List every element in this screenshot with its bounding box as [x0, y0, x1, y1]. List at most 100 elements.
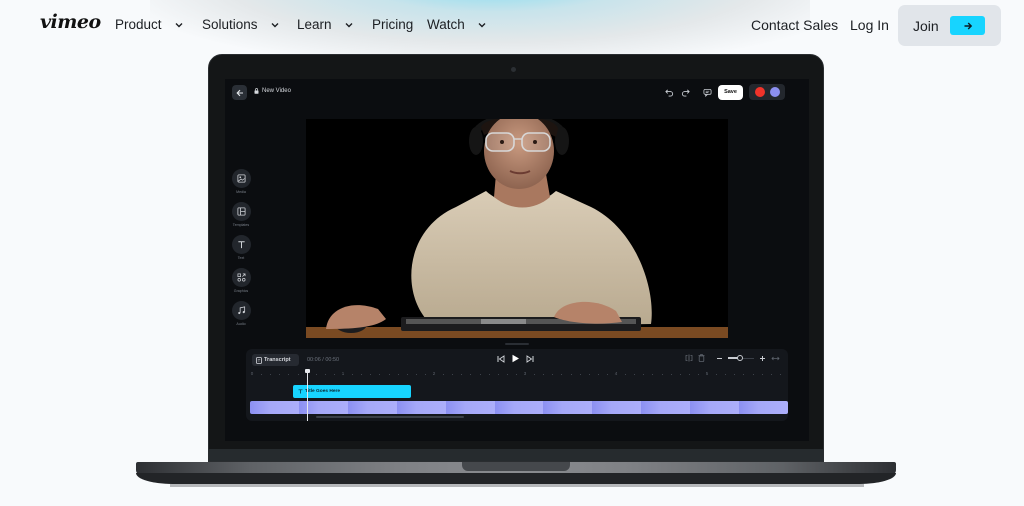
ruler-label: 0 [250, 371, 254, 376]
play-icon[interactable] [511, 354, 520, 363]
ruler-tick [324, 374, 326, 375]
redo-icon[interactable] [680, 87, 690, 97]
laptop-shadow [170, 484, 864, 487]
ruler-label: 4 [614, 371, 618, 376]
avatar[interactable] [769, 87, 780, 97]
log-in-link[interactable]: Log In [850, 17, 889, 33]
panel-resize-handle[interactable] [505, 343, 529, 345]
nav-item-solutions[interactable]: Solutions [202, 17, 280, 32]
top-navigation: vimeo Product Solutions Learn Pricing Wa… [0, 0, 1024, 52]
ruler-tick [415, 374, 417, 375]
ruler-tick [461, 374, 463, 375]
skip-forward-icon[interactable] [526, 354, 534, 363]
ruler-tick [679, 374, 681, 375]
ruler-tick [688, 374, 690, 375]
nav-item-label: Product [115, 17, 162, 32]
video-thumbnail-segment [641, 401, 691, 414]
save-button[interactable]: Save [718, 84, 743, 100]
transcript-button[interactable]: Transcript [252, 354, 299, 366]
ruler-tick [743, 374, 745, 375]
zoom-out-icon[interactable] [716, 355, 723, 362]
nav-item-watch[interactable]: Watch [427, 17, 487, 32]
ruler-tick [361, 374, 363, 375]
nav-item-pricing[interactable]: Pricing [372, 17, 413, 32]
zoom-slider-knob[interactable] [736, 355, 743, 361]
ruler-tick [625, 374, 627, 375]
trash-icon[interactable] [698, 354, 705, 362]
nav-item-product[interactable]: Product [115, 17, 184, 32]
ruler-tick [379, 374, 381, 375]
sidebar-item-media[interactable]: Media [231, 169, 251, 196]
ruler-tick [606, 374, 608, 375]
ruler-tick [570, 374, 572, 375]
ruler-label: 5 [705, 371, 709, 376]
ruler-tick [543, 374, 545, 375]
ruler-tick [497, 374, 499, 375]
undo-icon[interactable] [664, 87, 674, 97]
sidebar-item-label: Templates [232, 223, 250, 227]
back-button[interactable] [232, 85, 247, 100]
split-icon[interactable] [685, 354, 693, 362]
timeline-panel: Transcript 00:06 / 00:50 0 1 2 3 4 5 Tit… [246, 349, 788, 421]
sidebar-item-graphics[interactable]: Graphics [231, 268, 251, 295]
ruler-tick [752, 374, 754, 375]
text-icon [231, 235, 251, 254]
lock-icon [254, 88, 259, 94]
ruler-tick [288, 374, 290, 375]
zoom-in-icon[interactable] [759, 355, 766, 362]
skip-back-icon[interactable] [497, 354, 505, 363]
vimeo-logo[interactable]: vimeo [40, 11, 101, 33]
join-button[interactable]: Join [898, 5, 1001, 46]
ruler-tick [643, 374, 645, 375]
arrow-left-icon [235, 89, 243, 96]
video-thumbnail-segment [592, 401, 642, 414]
video-clip[interactable] [250, 401, 788, 414]
ruler-label: 2 [432, 371, 436, 376]
ruler-tick [670, 374, 672, 375]
ruler-tick [506, 374, 508, 375]
transcript-label: Transcript [264, 357, 291, 363]
timeline-scrollbar[interactable] [316, 416, 464, 418]
collaborator-avatars [749, 84, 785, 100]
video-thumbnail-segment [690, 401, 740, 414]
sidebar-item-text[interactable]: Text [231, 235, 251, 262]
nav-item-learn[interactable]: Learn [297, 17, 354, 32]
ruler-tick [515, 374, 517, 375]
editor-toolbar: Save [664, 84, 785, 100]
video-thumbnail-segment [396, 401, 446, 414]
video-thumbnail-segment [347, 401, 397, 414]
avatar[interactable] [754, 87, 765, 97]
ruler-tick [370, 374, 372, 375]
ruler-tick [279, 374, 281, 375]
fit-width-icon[interactable] [771, 355, 780, 362]
comment-icon[interactable] [702, 87, 712, 97]
editor-sidebar: Media Templates Text Graphics Audio [231, 169, 251, 334]
video-thumbnail-segment [250, 401, 299, 414]
playback-controls [497, 354, 534, 363]
ruler-tick [452, 374, 454, 375]
video-preview[interactable] [306, 119, 728, 338]
ruler-tick [725, 374, 727, 375]
nav-item-label: Watch [427, 17, 465, 32]
ruler-tick [597, 374, 599, 375]
project-title[interactable]: New Video [254, 88, 291, 94]
layout-icon [231, 202, 251, 221]
timeline-zoom-slider[interactable] [728, 354, 754, 362]
sidebar-item-label: Graphics [233, 289, 249, 293]
ruler-tick [770, 374, 772, 375]
ruler-tick [634, 374, 636, 375]
timeline-tools [685, 354, 780, 362]
contact-sales-link[interactable]: Contact Sales [751, 17, 838, 33]
sidebar-item-audio[interactable]: Audio [231, 301, 251, 328]
ruler-tick [561, 374, 563, 375]
playhead[interactable] [304, 369, 310, 421]
shapes-icon [231, 268, 251, 287]
image-icon [231, 169, 251, 188]
ruler-tick [716, 374, 718, 375]
timeline-ruler[interactable]: 0 1 2 3 4 5 [250, 371, 784, 379]
title-clip[interactable]: Title Goes Here [292, 385, 412, 398]
sidebar-item-templates[interactable]: Templates [231, 202, 251, 229]
chevron-down-icon [345, 22, 353, 27]
laptop-screen: New Video Save Media Templates Text Grap… [225, 79, 809, 441]
ruler-tick [652, 374, 654, 375]
